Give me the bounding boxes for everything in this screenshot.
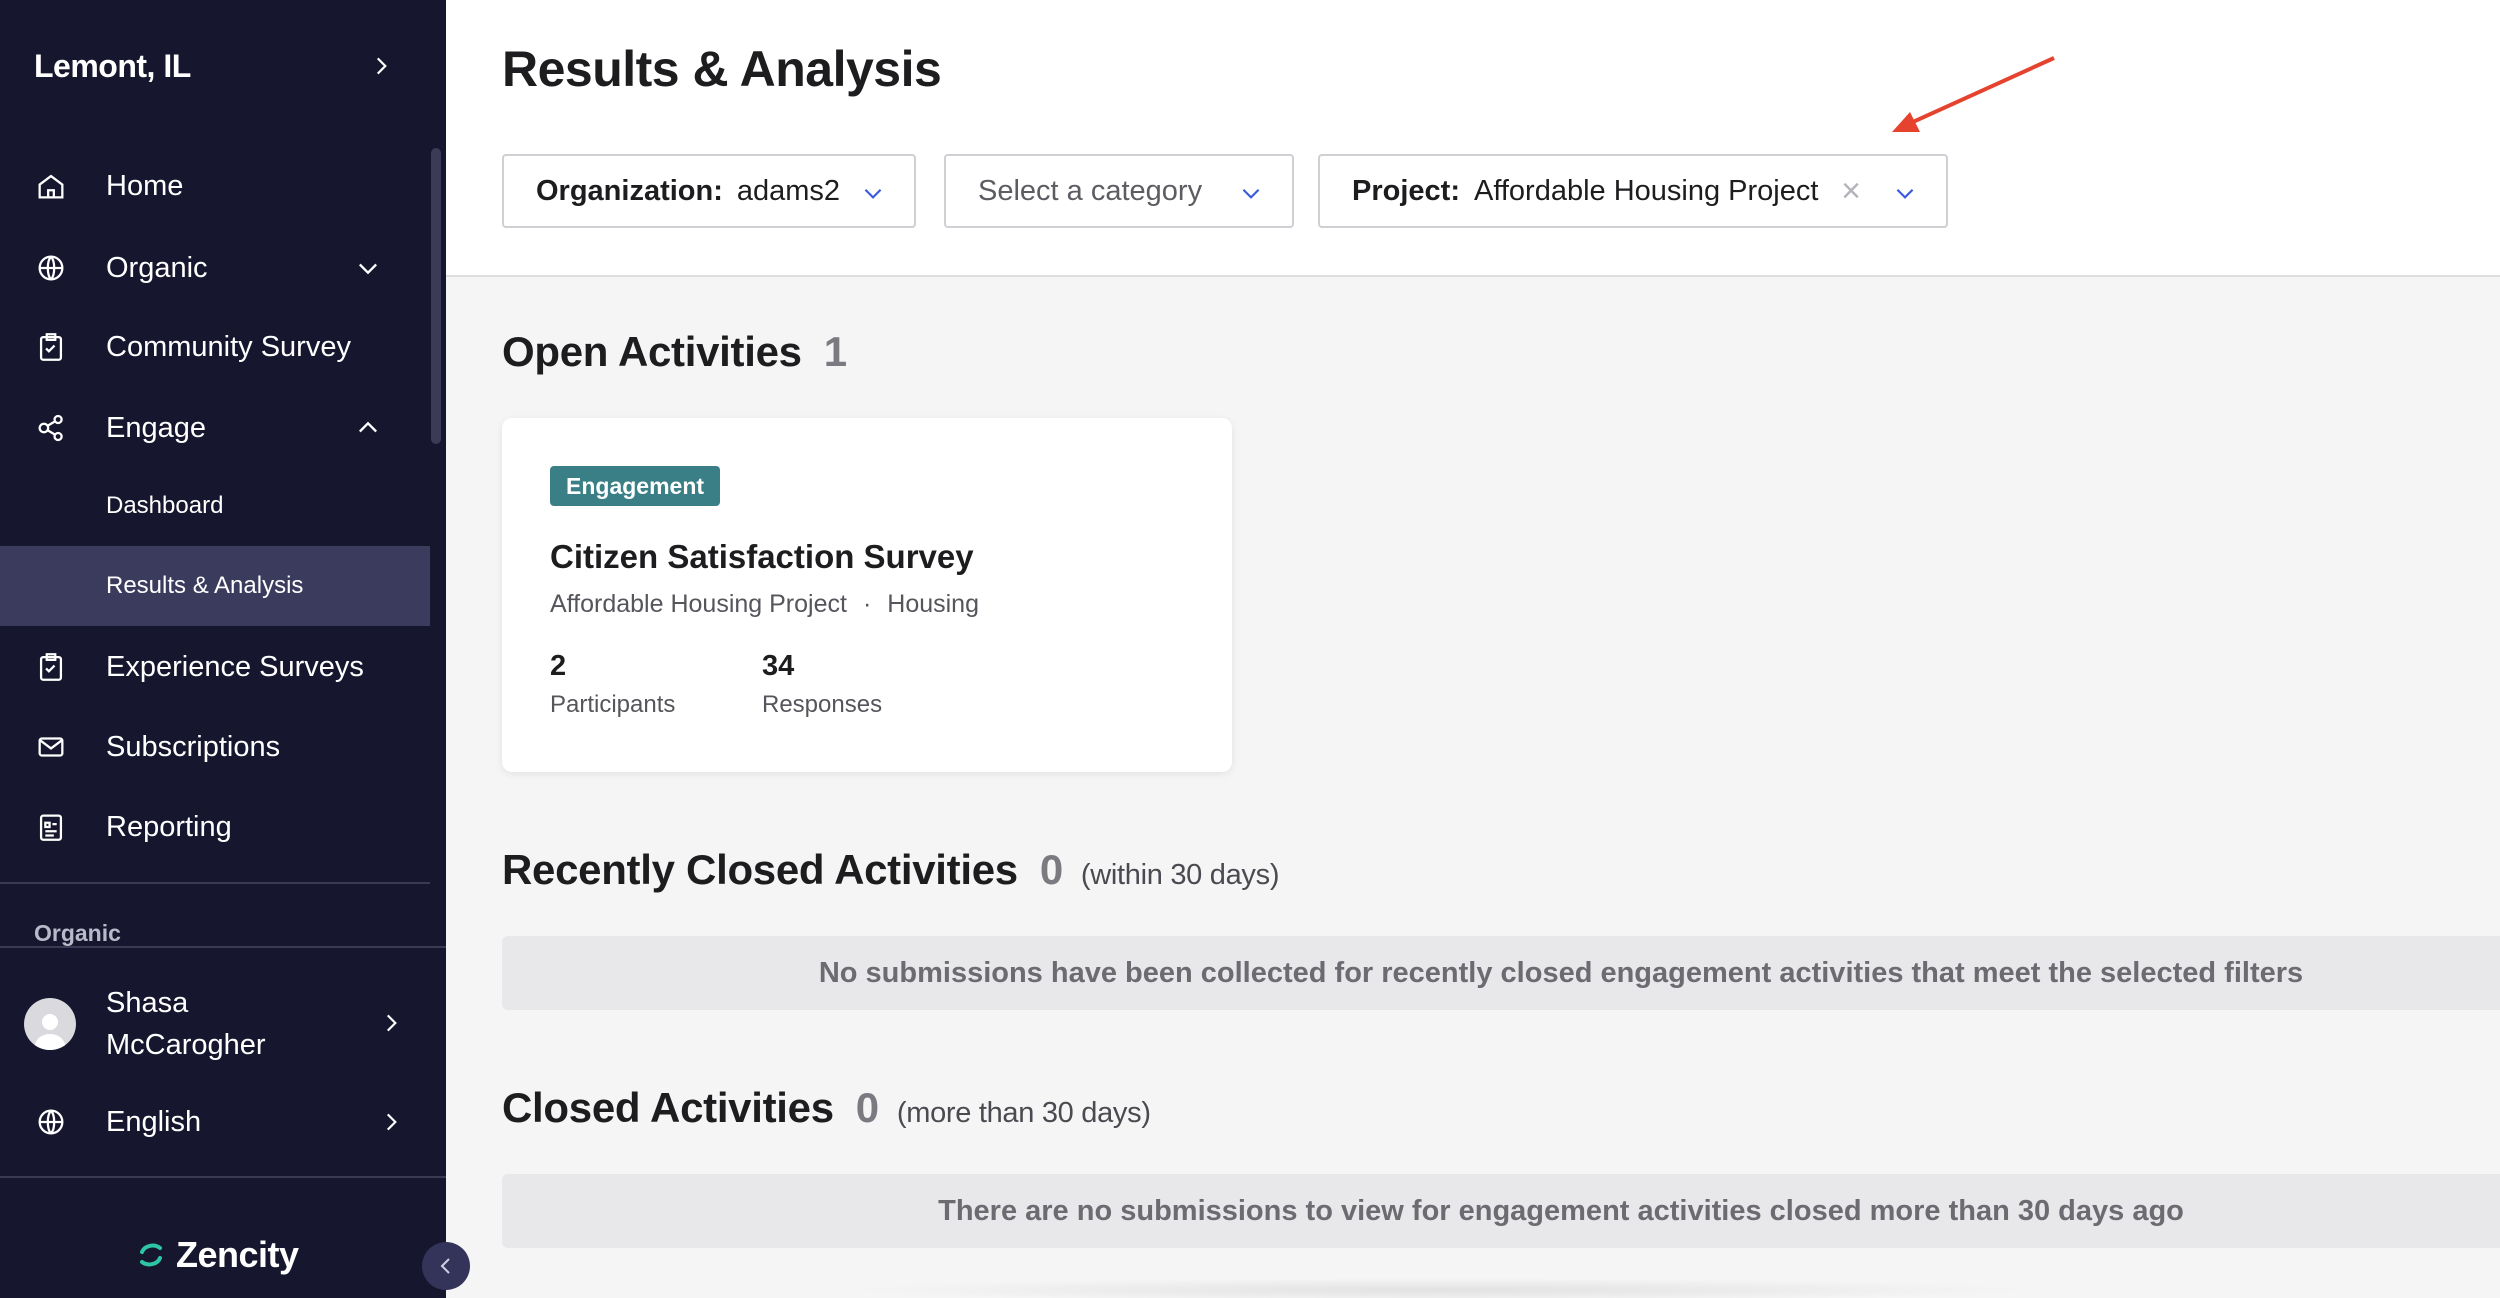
chevron-right-icon: [376, 57, 387, 75]
page-title: Results & Analysis: [502, 41, 942, 97]
recently-closed-empty-state: No submissions have been collected for r…: [502, 936, 2500, 1010]
empty-message: No submissions have been collected for r…: [818, 956, 2304, 989]
home-icon: [34, 169, 68, 203]
globe-icon: [38, 1109, 64, 1135]
sidebar-item-label: Subscriptions: [106, 730, 281, 763]
clipboard-check-icon: [34, 330, 68, 364]
section-title: Closed Activities: [502, 1084, 834, 1131]
section-title: Open Activities: [502, 328, 802, 375]
filter-placeholder: Select a category: [978, 174, 1203, 207]
activity-type-badge: Engagement: [550, 466, 721, 506]
open-activities-heading: Open Activities 1: [502, 328, 847, 376]
sidebar-item-label: Community Survey: [106, 330, 351, 363]
sidebar-item-subscriptions[interactable]: Subscriptions: [0, 715, 430, 779]
sidebar-item-organic[interactable]: Organic: [0, 236, 430, 300]
sidebar-item-label: Experience Surveys: [106, 650, 364, 683]
responses-label: Responses: [762, 691, 883, 718]
sidebar-scrollbar[interactable]: [431, 148, 441, 444]
sidebar-divider: [0, 1176, 446, 1178]
filter-value: Affordable Housing Project: [1473, 174, 1819, 207]
sidebar-section-label: Organic: [34, 920, 121, 946]
zencity-logo-icon: [140, 1243, 162, 1267]
user-icon: [34, 1014, 66, 1050]
content-shadow: [840, 1278, 2040, 1298]
language-label: English: [106, 1105, 202, 1138]
engage-icon: [34, 411, 68, 445]
activity-card[interactable]: Engagement Citizen Satisfaction Survey A…: [502, 418, 1232, 772]
user-menu[interactable]: Shasa McCarogher: [24, 982, 404, 1066]
project-filter[interactable]: Project: Affordable Housing Project ×: [1318, 154, 1948, 228]
avatar: [24, 998, 76, 1050]
activity-meta: Affordable Housing Project · Housing: [550, 590, 979, 619]
city-name: Lemont, IL: [34, 47, 191, 84]
sidebar-item-label: Home: [106, 169, 184, 202]
closed-empty-state: There are no submissions to view for eng…: [502, 1174, 2500, 1248]
empty-message: There are no submissions to view for eng…: [938, 1194, 2184, 1227]
section-title: Recently Closed Activities: [502, 846, 1018, 893]
user-name: Shasa McCarogher: [106, 987, 266, 1061]
sidebar-item-engage[interactable]: Engage: [0, 396, 430, 460]
filter-label: Organization:: [536, 174, 723, 207]
city-switcher[interactable]: Lemont, IL: [34, 44, 394, 88]
sidebar-subitem-dashboard[interactable]: Dashboard: [0, 466, 430, 546]
sidebar-item-home[interactable]: Home: [0, 154, 430, 218]
closed-activities-heading: Closed Activities 0 (more than 30 days): [502, 1084, 1151, 1132]
sidebar-divider: [0, 882, 430, 884]
sidebar-item-label: Engage: [106, 411, 206, 444]
sidebar-item-experience-surveys[interactable]: Experience Surveys: [0, 635, 430, 699]
recently-closed-heading: Recently Closed Activities 0 (within 30 …: [502, 846, 1279, 894]
collapse-sidebar-button[interactable]: [422, 1242, 470, 1290]
section-count: 1: [823, 328, 847, 375]
section-note: (more than 30 days): [896, 1097, 1151, 1129]
sidebar-item-label: Results & Analysis: [106, 572, 304, 599]
participants-stat: 2 Participants: [550, 650, 675, 719]
section-count: 0: [1039, 846, 1063, 893]
sidebar-item-label: Organic: [106, 251, 208, 284]
chevron-right-icon: [386, 1014, 397, 1032]
chevron-down-icon: [359, 263, 377, 275]
brand-logo: Zencity: [134, 1234, 299, 1276]
activity-category: Housing: [887, 590, 979, 618]
activity-title: Citizen Satisfaction Survey: [550, 538, 974, 575]
meta-separator: ·: [862, 590, 872, 618]
participants-label: Participants: [550, 691, 676, 718]
sidebar-divider: [0, 946, 446, 948]
clear-icon[interactable]: ×: [1836, 174, 1866, 208]
chevron-right-icon: [386, 1113, 397, 1131]
clipboard-check-icon: [34, 650, 68, 684]
responses-value: 34: [762, 650, 795, 682]
filter-label: Project:: [1352, 174, 1460, 207]
globe-icon: [34, 251, 68, 285]
chevron-down-icon: [1242, 188, 1260, 199]
sidebar-item-community-survey[interactable]: Community Survey: [0, 315, 430, 379]
chevron-down-icon: [864, 188, 882, 199]
sidebar: Lemont, IL Home Organic Community Survey…: [0, 0, 446, 1298]
section-note: (within 30 days): [1080, 859, 1280, 891]
sidebar-item-label: Dashboard: [106, 492, 224, 519]
filter-value: adams2: [736, 174, 841, 207]
chevron-down-icon: [1896, 188, 1914, 199]
chevron-up-icon: [359, 421, 377, 433]
annotation-arrow: [1892, 56, 2055, 132]
report-icon: [34, 810, 68, 844]
sidebar-item-label: Reporting: [106, 810, 232, 843]
participants-value: 2: [550, 650, 567, 682]
responses-stat: 34 Responses: [762, 650, 882, 719]
mail-icon: [34, 730, 68, 764]
section-count: 0: [855, 1084, 879, 1131]
sidebar-item-reporting[interactable]: Reporting: [0, 795, 430, 859]
page-header: Results & Analysis Organization: adams2 …: [446, 0, 2500, 277]
chevron-left-icon: [440, 1258, 450, 1274]
language-selector[interactable]: English: [34, 1100, 404, 1144]
category-filter[interactable]: Select a category: [944, 154, 1294, 228]
sidebar-subitem-results-analysis[interactable]: Results & Analysis: [0, 546, 430, 626]
organization-filter[interactable]: Organization: adams2: [502, 154, 916, 228]
brand-name: Zencity: [176, 1234, 299, 1275]
activity-project: Affordable Housing Project: [550, 590, 847, 618]
